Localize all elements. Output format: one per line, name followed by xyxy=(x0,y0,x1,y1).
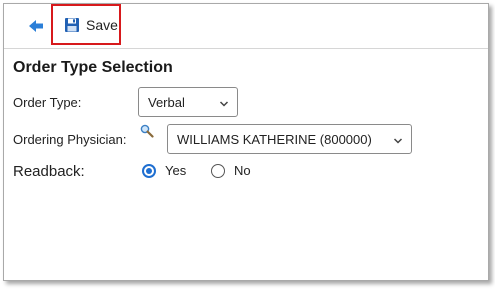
order-type-value: Verbal xyxy=(148,94,185,110)
chevron-down-icon xyxy=(393,134,403,144)
order-type-dialog: Save Order Type Selection Order Type: Ve… xyxy=(3,3,489,281)
magnifier-icon[interactable] xyxy=(140,124,154,138)
readback-yes-radio[interactable]: Yes xyxy=(142,163,186,178)
ordering-physician-select[interactable]: WILLIAMS KATHERINE (800000) xyxy=(167,124,412,154)
back-arrow-icon[interactable] xyxy=(28,18,44,34)
section-title: Order Type Selection xyxy=(13,59,173,76)
ordering-physician-value: WILLIAMS KATHERINE (800000) xyxy=(177,131,372,147)
floppy-disk-icon xyxy=(64,17,80,33)
readback-no-label: No xyxy=(234,163,251,178)
toolbar: Save xyxy=(4,4,488,49)
ordering-physician-label: Ordering Physician: xyxy=(13,132,127,147)
save-button-label: Save xyxy=(86,16,118,33)
save-button[interactable]: Save xyxy=(51,4,121,45)
order-type-select[interactable]: Verbal xyxy=(138,87,238,117)
readback-no-radio[interactable]: No xyxy=(211,163,251,178)
chevron-down-icon xyxy=(219,97,229,107)
radio-selected-icon xyxy=(142,163,156,178)
readback-label: Readback: xyxy=(13,163,85,180)
order-type-label: Order Type: xyxy=(13,95,82,110)
radio-unselected-icon xyxy=(211,163,225,178)
readback-yes-label: Yes xyxy=(165,163,187,178)
